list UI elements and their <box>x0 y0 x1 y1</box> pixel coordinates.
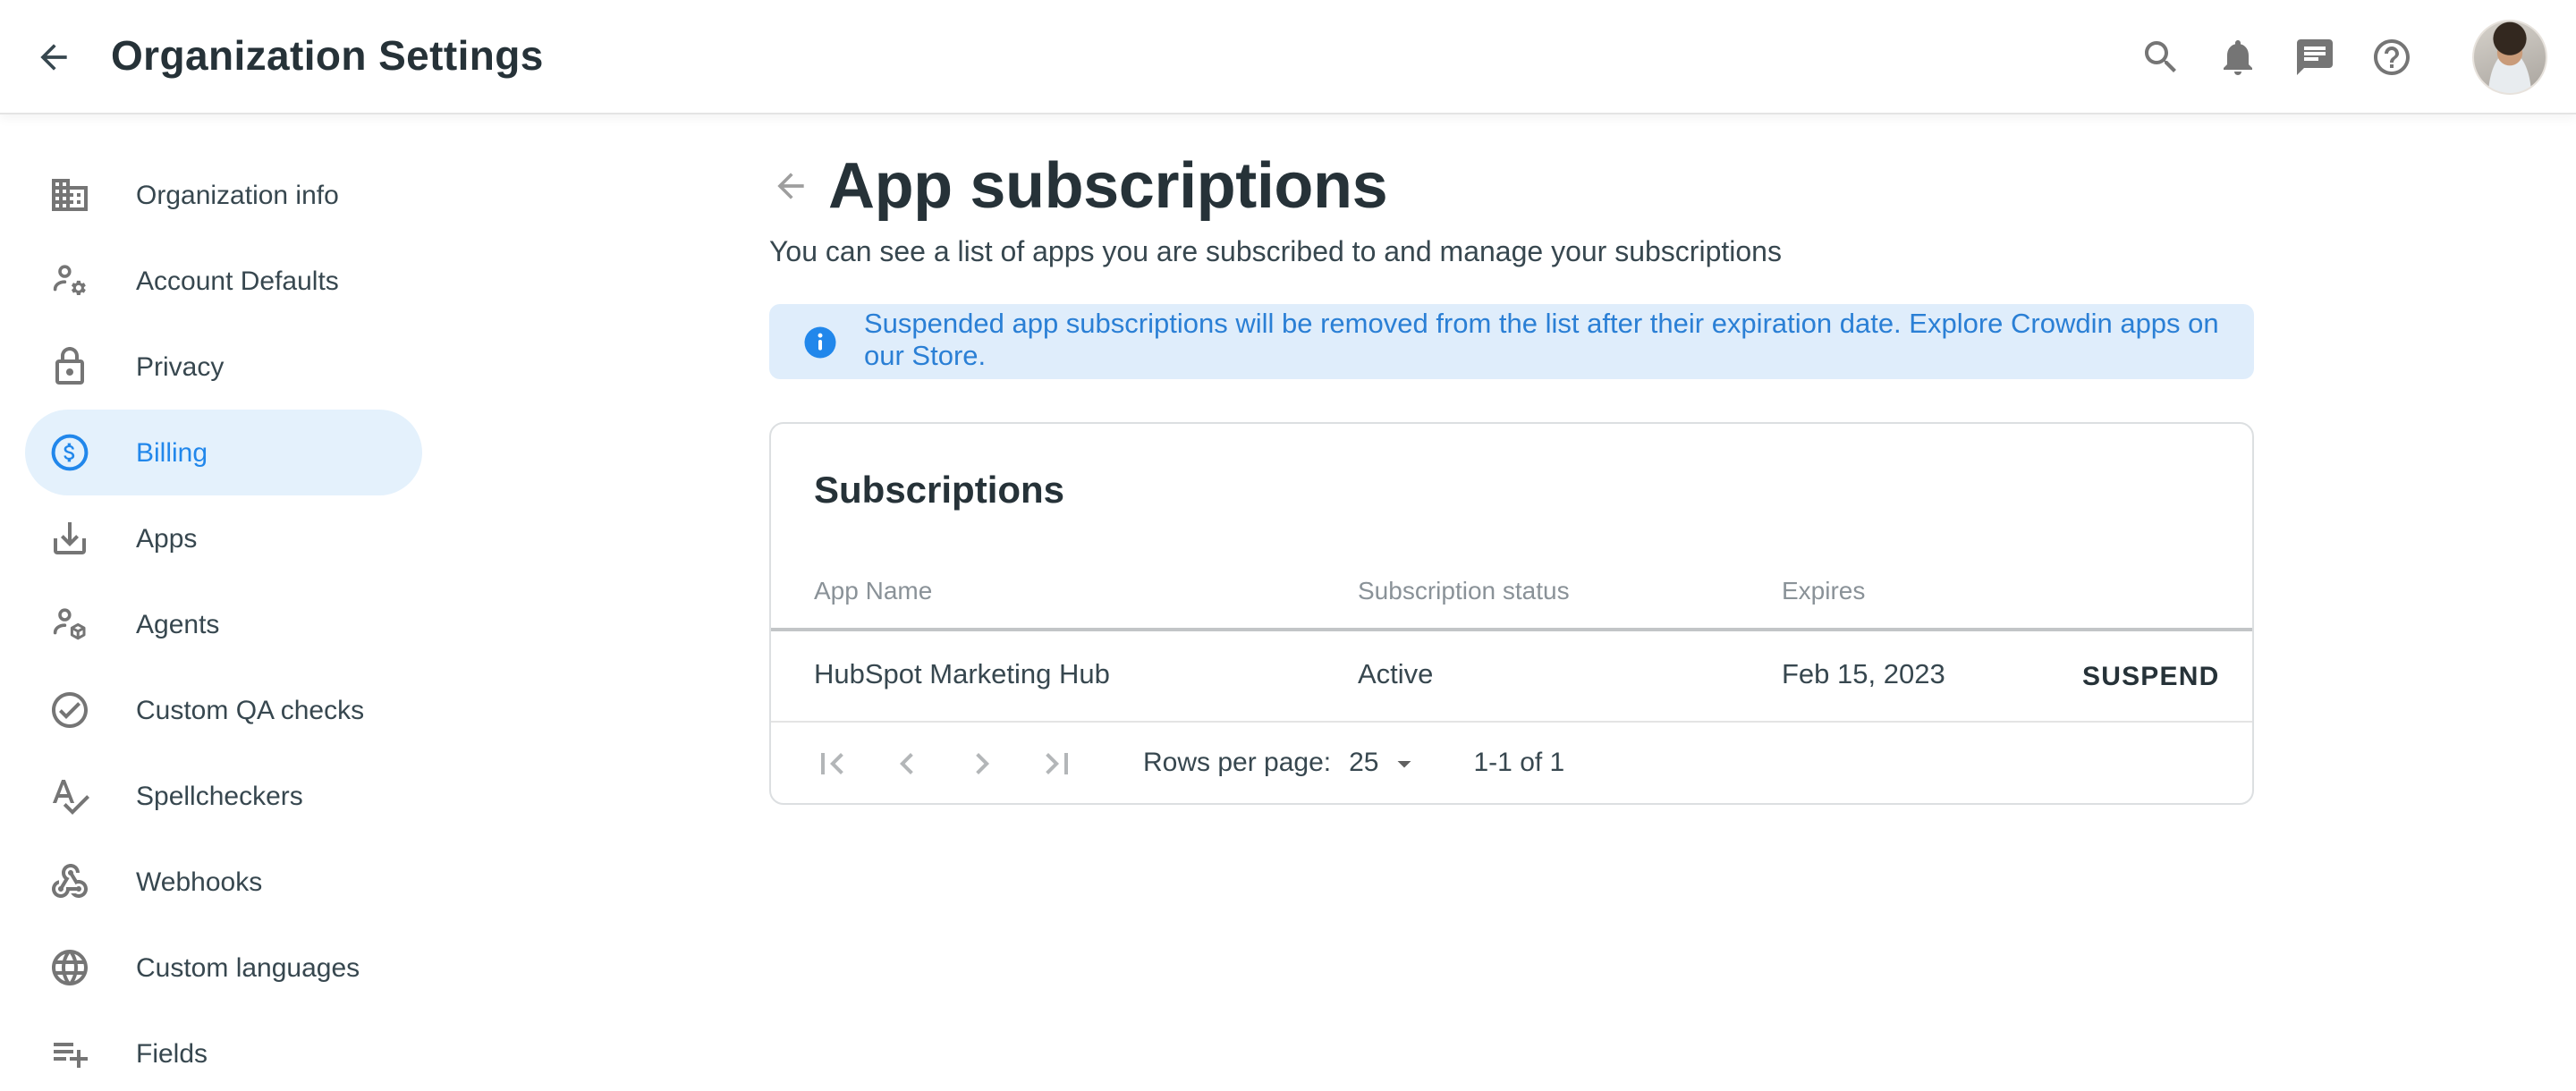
previous-page-icon <box>886 741 928 784</box>
sidebar-item-privacy[interactable]: Privacy <box>25 324 422 410</box>
topbar-actions <box>2140 19 2547 94</box>
person-gear-icon <box>48 259 91 302</box>
rows-per-page-value: 25 <box>1349 748 1378 778</box>
sidebar-item-label: Fields <box>136 1038 208 1069</box>
check-circle-icon <box>48 689 91 732</box>
help-button[interactable] <box>2370 35 2413 78</box>
suspend-button[interactable]: SUSPEND <box>2082 661 2219 691</box>
rows-per-page-select[interactable]: 25 <box>1349 747 1419 779</box>
column-header-expires: Expires <box>1782 576 2082 605</box>
info-banner: Suspended app subscriptions will be remo… <box>769 304 2254 379</box>
rows-per-page-label: Rows per page: <box>1143 748 1331 778</box>
sidebar-item-label: Webhooks <box>136 867 262 897</box>
info-banner-text: Suspended app subscriptions will be remo… <box>864 309 2222 374</box>
sidebar-item-label: Organization info <box>136 180 339 210</box>
app-window: Organization Settings <box>0 0 2576 1091</box>
table-header-row: App Name Subscription status Expires <box>771 553 2252 628</box>
info-icon <box>801 323 839 360</box>
table-row: HubSpot Marketing Hub Active Feb 15, 202… <box>771 628 2252 721</box>
sidebar-item-label: Custom QA checks <box>136 695 364 725</box>
sidebar-item-label: Custom languages <box>136 952 360 983</box>
user-avatar[interactable] <box>2472 19 2547 94</box>
sidebar-item-organization-info[interactable]: Organization info <box>25 152 422 238</box>
sidebar-item-label: Billing <box>136 437 208 468</box>
last-page-icon <box>1036 741 1079 784</box>
dollar-circle-icon <box>48 431 91 474</box>
messages-button[interactable] <box>2293 35 2336 78</box>
sidebar-item-fields[interactable]: Fields <box>25 1011 422 1091</box>
top-bar: Organization Settings <box>0 0 2576 113</box>
next-page-icon <box>961 741 1004 784</box>
page-title: Organization Settings <box>111 32 544 80</box>
column-header-subscription-status: Subscription status <box>1358 576 1782 605</box>
notifications-button[interactable] <box>2216 35 2259 78</box>
sidebar-item-spellcheckers[interactable]: Spellcheckers <box>25 753 422 839</box>
cell-expires: Feb 15, 2023 <box>1782 660 2082 692</box>
globe-icon <box>48 946 91 989</box>
page-body: Organization info Account Defaults <box>0 113 2576 1091</box>
cell-subscription-status: Active <box>1358 660 1782 692</box>
main-content: App subscriptions You can see a list of … <box>769 113 2254 1091</box>
pagination-range: 1-1 of 1 <box>1474 748 1565 778</box>
playlist-add-icon <box>48 1032 91 1075</box>
spellcheck-icon <box>48 774 91 817</box>
person-cube-icon <box>48 603 91 646</box>
back-button[interactable] <box>18 21 89 92</box>
section-title: App subscriptions <box>828 150 1387 222</box>
previous-page-button[interactable] <box>886 741 928 784</box>
first-page-icon <box>810 741 853 784</box>
back-arrow-icon <box>771 166 810 206</box>
download-icon <box>48 517 91 560</box>
search-button[interactable] <box>2140 35 2182 78</box>
sidebar-item-label: Agents <box>136 609 219 639</box>
sidebar-item-label: Privacy <box>136 351 224 382</box>
building-icon <box>48 173 91 216</box>
sidebar-item-account-defaults[interactable]: Account Defaults <box>25 238 422 324</box>
notifications-bell-icon <box>2216 35 2259 78</box>
lock-icon <box>48 345 91 388</box>
back-arrow-icon <box>34 37 73 76</box>
cell-app-name: HubSpot Marketing Hub <box>814 660 1358 692</box>
section-subtitle: You can see a list of apps you are subsc… <box>769 233 2254 275</box>
last-page-button[interactable] <box>1036 741 1079 784</box>
messages-icon <box>2293 35 2336 78</box>
card-title: Subscriptions <box>814 467 2209 517</box>
chevron-down-icon <box>1379 747 1420 779</box>
sidebar-item-agents[interactable]: Agents <box>25 581 422 667</box>
first-page-button[interactable] <box>810 741 853 784</box>
search-icon <box>2140 35 2182 78</box>
subscriptions-card: Subscriptions App Name Subscription stat… <box>769 422 2254 805</box>
sidebar-item-billing[interactable]: Billing <box>25 410 422 495</box>
sidebar-item-webhooks[interactable]: Webhooks <box>25 839 422 925</box>
sidebar: Organization info Account Defaults <box>0 113 465 1091</box>
sidebar-item-apps[interactable]: Apps <box>25 495 422 581</box>
help-icon <box>2370 35 2413 78</box>
table-pagination: Rows per page: 25 1-1 of 1 <box>771 721 2252 803</box>
sidebar-item-label: Spellcheckers <box>136 781 303 811</box>
next-page-button[interactable] <box>961 741 1004 784</box>
column-header-app-name: App Name <box>814 576 1358 605</box>
heading-row: App subscriptions <box>769 150 2254 222</box>
sidebar-item-custom-languages[interactable]: Custom languages <box>25 925 422 1011</box>
section-back-button[interactable] <box>769 165 812 207</box>
sidebar-item-label: Apps <box>136 523 197 554</box>
sidebar-item-custom-qa-checks[interactable]: Custom QA checks <box>25 667 422 753</box>
sidebar-item-label: Account Defaults <box>136 266 339 296</box>
pagination-controls <box>810 741 1079 784</box>
webhook-icon <box>48 860 91 903</box>
